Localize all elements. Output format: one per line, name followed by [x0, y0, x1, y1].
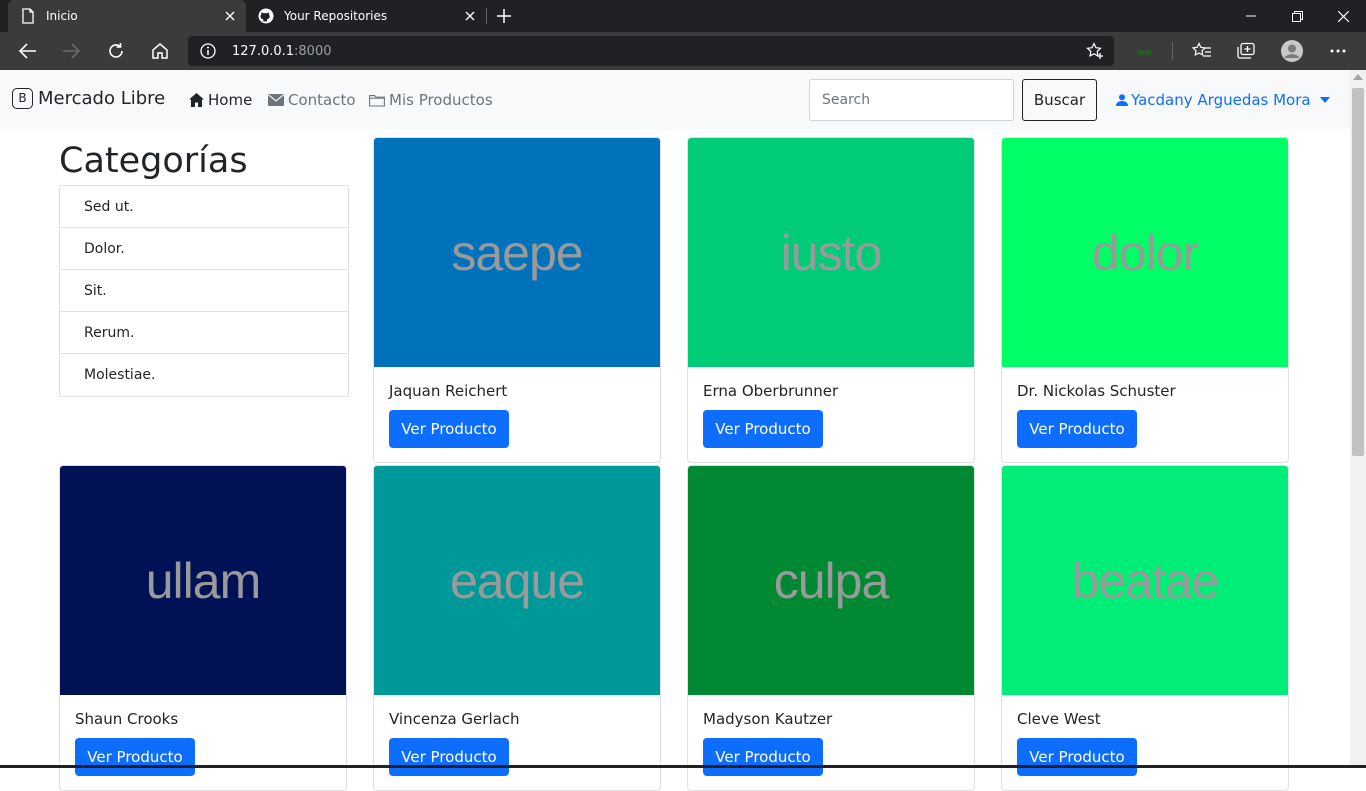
add-favorite-icon[interactable] — [1086, 42, 1104, 60]
categories-title: Categorías — [59, 141, 248, 181]
close-tab-icon[interactable] — [462, 8, 478, 24]
category-item[interactable]: Sed ut. — [60, 186, 348, 228]
ver-producto-button[interactable]: Ver Producto — [703, 738, 823, 776]
home-button[interactable] — [146, 37, 174, 65]
product-name: Shaun Crooks — [75, 710, 179, 728]
product-name: Vincenza Gerlach — [389, 710, 520, 728]
page-icon — [20, 8, 36, 24]
user-dropdown[interactable]: Yacdany Arguedas Mora — [1115, 91, 1330, 109]
product-image: eaque — [374, 466, 660, 695]
ver-producto-button[interactable]: Ver Producto — [1017, 738, 1137, 776]
ver-producto-button[interactable]: Ver Producto — [703, 410, 823, 448]
tab-separator — [486, 8, 487, 24]
more-menu-icon[interactable] — [1326, 39, 1350, 63]
product-name: Erna Oberbrunner — [703, 382, 839, 400]
product-image-text: ullam — [145, 552, 261, 609]
product-image-text: saepe — [451, 224, 583, 281]
product-name: Madyson Kautzer — [703, 710, 833, 728]
search-input[interactable] — [809, 79, 1014, 121]
product-card: beatae Cleve West Ver Producto — [1001, 465, 1289, 791]
github-icon — [258, 8, 274, 24]
ver-producto-button[interactable]: Ver Producto — [1017, 410, 1137, 448]
product-image-text: culpa — [773, 552, 890, 609]
product-card: ullam Shaun Crooks Ver Producto — [59, 465, 347, 791]
tab-your-repositories[interactable]: Your Repositories — [246, 0, 486, 32]
person-icon — [1115, 93, 1129, 107]
forward-button[interactable] — [57, 37, 85, 65]
user-name: Yacdany Arguedas Mora — [1131, 91, 1311, 109]
categories-list: Sed ut. Dolor. Sit. Rerum. Molestiae. — [59, 185, 349, 397]
address-bar[interactable]: 127.0.0.1:8000 — [188, 36, 1114, 66]
product-image-text: eaque — [449, 552, 585, 609]
product-image: iusto — [688, 138, 974, 367]
house-icon — [188, 92, 204, 108]
envelope-icon — [268, 92, 284, 108]
product-name: Jaquan Reichert — [389, 382, 508, 400]
folder-icon — [369, 92, 385, 108]
product-card: saepe Jaquan Reichert Ver Producto — [373, 137, 661, 463]
product-card: dolor Dr. Nickolas Schuster Ver Producto — [1001, 137, 1289, 463]
back-button[interactable] — [14, 37, 42, 65]
ver-producto-button[interactable]: Ver Producto — [75, 738, 195, 776]
scroll-up-arrow-icon[interactable] — [1353, 74, 1363, 80]
favorites-icon[interactable] — [1190, 39, 1214, 63]
nav-mis-productos-label: Mis Productos — [389, 91, 493, 109]
product-image-text: iusto — [780, 224, 883, 281]
nav-contacto[interactable]: Contacto — [268, 91, 356, 109]
url-port: :8000 — [294, 43, 332, 59]
tab-inicio[interactable]: Inicio — [8, 0, 246, 32]
ver-producto-button[interactable]: Ver Producto — [389, 410, 509, 448]
browser-toolbar: 127.0.0.1:8000 ww — [0, 32, 1366, 70]
product-image-text: beatae — [1071, 552, 1220, 609]
nav-home[interactable]: Home — [188, 91, 252, 109]
profile-avatar-icon[interactable] — [1280, 39, 1304, 63]
close-window-button[interactable] — [1320, 0, 1366, 32]
browser-tab-bar: Inicio Your Repositories — [0, 0, 1366, 32]
brand-name: Mercado Libre — [38, 88, 166, 109]
category-item[interactable]: Dolor. — [60, 228, 348, 270]
nav-home-label: Home — [208, 91, 253, 109]
url-host: 127.0.0.1 — [232, 43, 295, 59]
tab-title: Inicio — [46, 9, 78, 23]
url-text: 127.0.0.1:8000 — [232, 44, 332, 59]
bootstrap-logo: B — [12, 88, 33, 109]
scrollbar-thumb[interactable] — [1352, 88, 1364, 456]
info-icon[interactable] — [200, 43, 216, 59]
product-card: culpa Madyson Kautzer Ver Producto — [687, 465, 975, 791]
brand-link[interactable]: B Mercado Libre — [12, 88, 165, 109]
nav-contacto-label: Contacto — [288, 91, 356, 109]
category-item[interactable]: Sit. — [60, 270, 348, 312]
collections-icon[interactable] — [1234, 39, 1258, 63]
product-image: dolor — [1002, 138, 1288, 367]
new-tab-button[interactable] — [492, 4, 516, 28]
refresh-button[interactable] — [102, 37, 130, 65]
product-image: culpa — [688, 466, 974, 695]
product-image-text: dolor — [1091, 224, 1199, 281]
close-tab-icon[interactable] — [222, 8, 238, 24]
product-name: Dr. Nickolas Schuster — [1017, 382, 1176, 400]
svg-text:ww: ww — [1137, 48, 1152, 57]
product-image: ullam — [60, 466, 346, 695]
product-card: iusto Erna Oberbrunner Ver Producto — [687, 137, 975, 463]
chevron-down-icon — [1319, 97, 1330, 103]
site-navbar: B Mercado Libre Home Contacto Mis Produc… — [0, 70, 1350, 129]
product-image: beatae — [1002, 466, 1288, 695]
product-card: eaque Vincenza Gerlach Ver Producto — [373, 465, 661, 791]
minimize-button[interactable] — [1228, 0, 1274, 32]
restore-button[interactable] — [1274, 0, 1320, 32]
nav-mis-productos[interactable]: Mis Productos — [369, 91, 493, 109]
category-item[interactable]: Molestiae. — [60, 354, 348, 396]
toolbar-separator — [1172, 42, 1173, 60]
product-name: Cleve West — [1017, 710, 1101, 728]
search-button[interactable]: Buscar — [1022, 79, 1097, 121]
extension-icon[interactable]: ww — [1133, 39, 1157, 63]
product-image: saepe — [374, 138, 660, 367]
ver-producto-button[interactable]: Ver Producto — [389, 738, 509, 776]
tab-title: Your Repositories — [284, 9, 388, 23]
category-item[interactable]: Rerum. — [60, 312, 348, 354]
